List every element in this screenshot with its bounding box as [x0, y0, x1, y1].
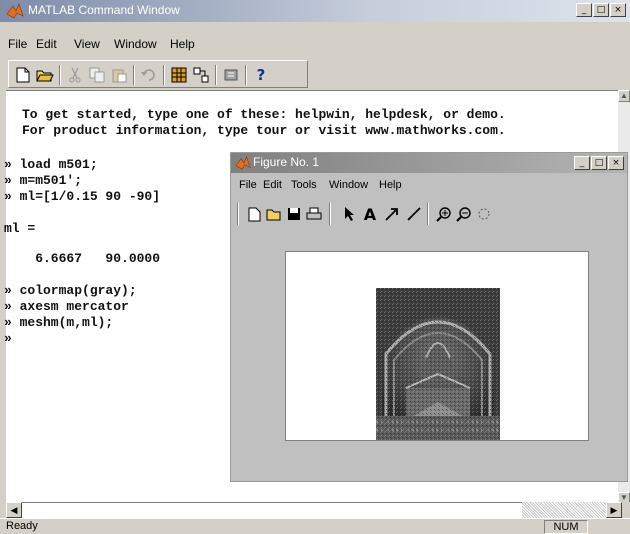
new-file-icon[interactable] — [13, 65, 33, 85]
zoom-in-icon[interactable] — [435, 205, 453, 223]
figure-window[interactable]: Figure No. 1 _ □ × File Edit Tools Windo… — [230, 152, 628, 482]
menu-bar: File Edit View Window Help — [0, 34, 630, 54]
output-values: 6.6667 90.0000 — [4, 251, 161, 266]
zoom-out-icon[interactable] — [455, 205, 473, 223]
horizontal-scrollbar[interactable]: ◀ ▶ — [0, 502, 630, 518]
cut-icon[interactable] — [65, 65, 85, 85]
command-line: » load m501; — [4, 157, 98, 172]
figure-menu-help[interactable]: Help — [379, 179, 402, 191]
output-variable-name: ml = — [4, 221, 36, 236]
title-bar[interactable]: MATLAB Command Window _ □ × — [0, 0, 630, 22]
save-icon[interactable] — [285, 205, 303, 223]
menu-view[interactable]: View — [74, 37, 100, 51]
menu-file[interactable]: File — [8, 37, 27, 51]
simulink-icon[interactable] — [221, 65, 241, 85]
rotate-icon[interactable] — [475, 205, 493, 223]
figure-title-bar[interactable]: Figure No. 1 _ □ × — [231, 153, 627, 173]
undo-icon[interactable] — [139, 65, 159, 85]
open-icon[interactable] — [265, 205, 283, 223]
figure-close-button[interactable]: × — [608, 156, 624, 170]
command-line: » ml=[1/0.15 90 -90] — [4, 189, 161, 204]
open-folder-icon[interactable] — [35, 65, 55, 85]
num-lock-indicator: NUM — [544, 520, 588, 534]
intro-line: To get started, type one of these: helpw… — [22, 107, 506, 122]
print-icon[interactable] — [305, 205, 323, 223]
minimize-button[interactable]: _ — [576, 3, 592, 17]
scroll-track[interactable] — [22, 502, 522, 518]
command-prompt[interactable]: » — [4, 331, 12, 346]
insert-line-icon[interactable] — [405, 205, 423, 223]
status-bar: Ready NUM — [0, 518, 630, 534]
command-line: » colormap(gray); — [4, 283, 137, 298]
matlab-logo-icon — [6, 3, 24, 19]
maximize-button[interactable]: □ — [593, 3, 609, 17]
figure-menu-edit[interactable]: Edit — [263, 179, 282, 191]
menu-window[interactable]: Window — [114, 37, 157, 51]
figure-maximize-button[interactable]: □ — [591, 156, 607, 170]
figure-title: Figure No. 1 — [253, 155, 320, 169]
matlab-logo-icon — [235, 156, 251, 170]
paste-icon[interactable] — [109, 65, 129, 85]
status-text: Ready — [6, 520, 38, 532]
scroll-up-icon[interactable]: ▲ — [618, 90, 630, 102]
figure-menu-file[interactable]: File — [239, 179, 257, 191]
insert-text-icon[interactable]: A — [361, 205, 379, 224]
main-toolbar: ? — [8, 60, 308, 88]
menu-help[interactable]: Help — [170, 37, 195, 51]
insert-arrow-icon[interactable] — [383, 205, 401, 223]
figure-menu-tools[interactable]: Tools — [291, 179, 317, 191]
menu-edit[interactable]: Edit — [36, 37, 57, 51]
figure-toolbar: A — [237, 199, 537, 227]
scroll-right-icon[interactable]: ▶ — [606, 502, 622, 518]
command-line: » m=m501'; — [4, 173, 83, 188]
figure-minimize-button[interactable]: _ — [574, 156, 590, 170]
command-line: » axesm mercator — [4, 299, 129, 314]
window-title: MATLAB Command Window — [28, 3, 180, 17]
select-arrow-icon[interactable] — [341, 205, 359, 223]
close-button[interactable]: × — [610, 3, 626, 17]
matlab-command-window: MATLAB Command Window _ □ × File Edit Vi… — [0, 0, 630, 534]
figure-menu-window[interactable]: Window — [329, 179, 368, 191]
command-line: » meshm(m,ml); — [4, 315, 114, 330]
new-figure-icon[interactable] — [245, 205, 263, 223]
path-icon[interactable] — [191, 65, 211, 85]
figure-plot-area[interactable] — [285, 251, 589, 441]
intro-line: For product information, type tour or vi… — [22, 123, 506, 138]
help-icon[interactable]: ? — [251, 65, 271, 85]
gray-mesh-map-image — [376, 288, 500, 440]
copy-icon[interactable] — [87, 65, 107, 85]
workspace-icon[interactable] — [169, 65, 189, 85]
scroll-left-icon[interactable]: ◀ — [6, 502, 22, 518]
